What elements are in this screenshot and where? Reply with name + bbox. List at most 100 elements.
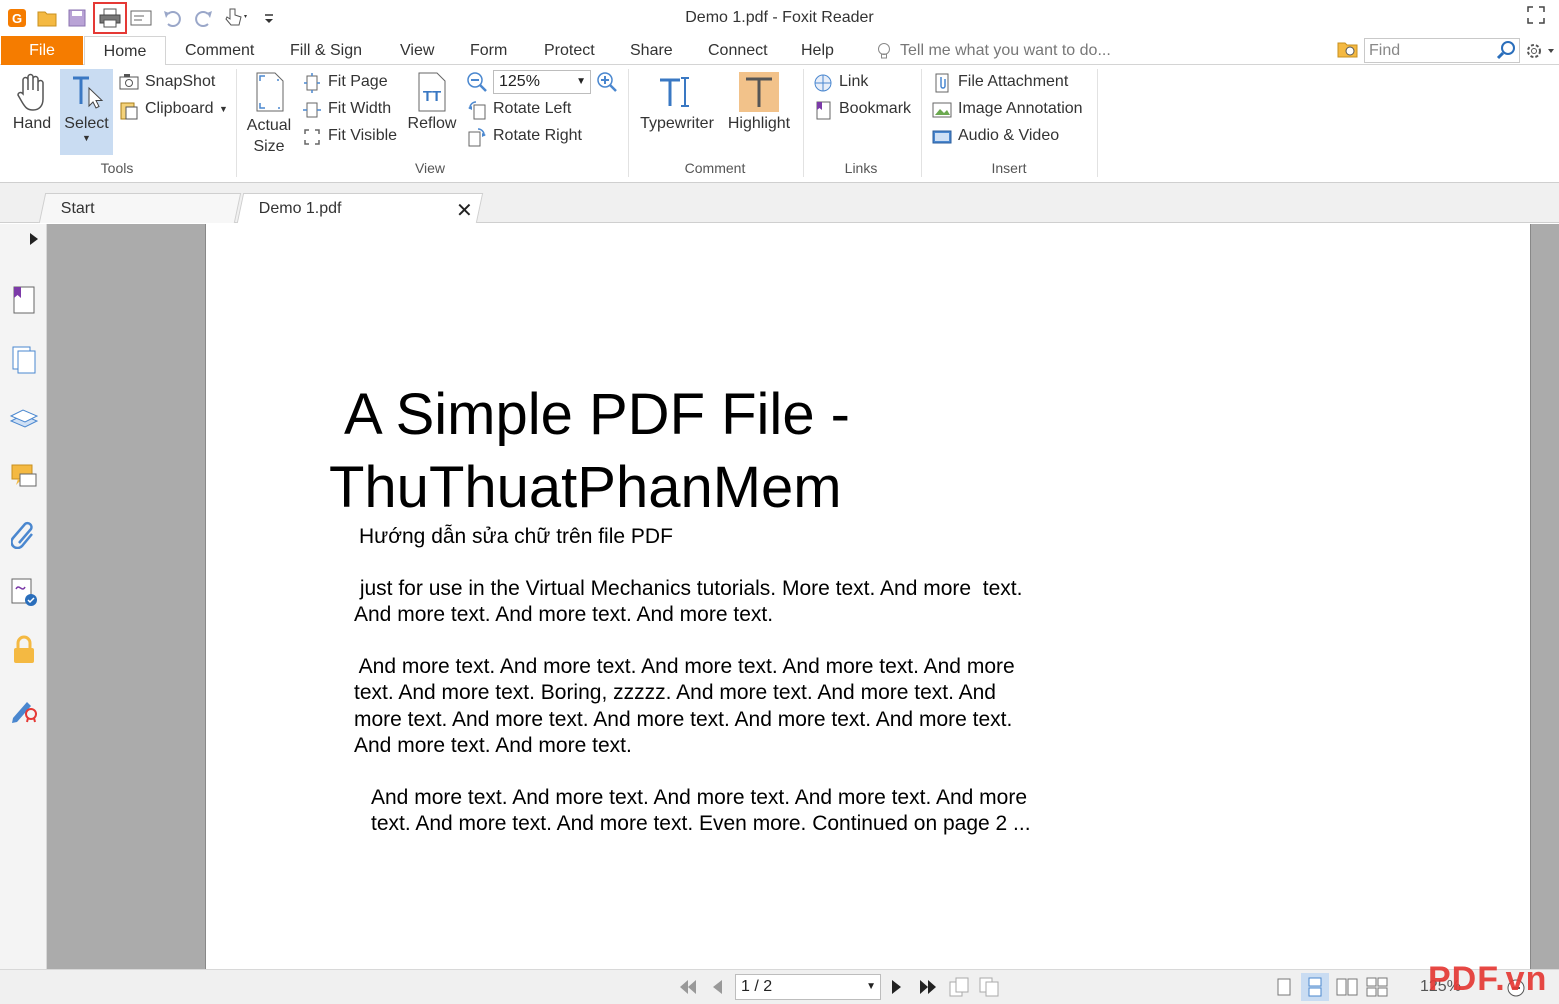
lightbulb-icon bbox=[878, 43, 890, 59]
clipboard-label: Clipboard bbox=[145, 100, 214, 117]
actual-size-button[interactable]: Actual Size bbox=[244, 69, 294, 157]
attachments-panel-icon[interactable] bbox=[8, 518, 40, 550]
rotate-left-icon bbox=[468, 101, 486, 120]
next-page-icon[interactable] bbox=[890, 978, 904, 996]
file-attachment-icon bbox=[935, 73, 949, 93]
page-number-input[interactable]: 1 / 2 ▼ bbox=[735, 974, 881, 1000]
tab-help[interactable]: Help bbox=[801, 36, 834, 65]
link-icon bbox=[814, 74, 832, 92]
zoom-out-icon[interactable] bbox=[466, 71, 488, 93]
select-tool-button[interactable]: Select ▼ bbox=[60, 69, 113, 143]
tab-protect[interactable]: Protect bbox=[544, 36, 595, 65]
view-group-label: View bbox=[414, 160, 446, 176]
zoom-value: 125% bbox=[499, 73, 540, 90]
link-label: Link bbox=[839, 73, 869, 90]
comments-panel-icon[interactable] bbox=[8, 460, 40, 492]
fit-page-button[interactable]: Fit Page bbox=[302, 71, 402, 93]
document-title-line-2: ThuThuatPhanMem bbox=[329, 455, 842, 520]
find-folder-icon[interactable] bbox=[1337, 38, 1359, 65]
last-page-icon[interactable] bbox=[918, 978, 938, 996]
reflow-button[interactable]: TT Reflow bbox=[405, 69, 459, 133]
tab-share[interactable]: Share bbox=[630, 36, 673, 65]
fit-visible-button[interactable]: Fit Visible bbox=[302, 125, 402, 147]
layers-panel-icon[interactable] bbox=[8, 402, 40, 434]
audio-video-button[interactable]: Audio & Video bbox=[932, 125, 1092, 147]
restore-window-icon[interactable] bbox=[1527, 6, 1545, 29]
certify-panel-icon[interactable] bbox=[8, 692, 40, 724]
clipboard-button[interactable]: Clipboard ▼ bbox=[119, 98, 229, 120]
select-dropdown-icon[interactable]: ▼ bbox=[60, 133, 113, 143]
reflow-icon: TT bbox=[418, 72, 446, 112]
pages-panel-icon[interactable] bbox=[8, 344, 40, 376]
zoom-select[interactable]: 125% ▼ bbox=[493, 70, 591, 94]
snapshot-button[interactable]: SnapShot bbox=[119, 71, 229, 93]
bookmark-icon bbox=[816, 101, 831, 120]
document-subtitle: Hướng dẫn sửa chữ trên file PDF bbox=[359, 525, 673, 548]
typewriter-icon bbox=[660, 77, 689, 107]
rotate-left-label: Rotate Left bbox=[493, 100, 572, 117]
close-tab-icon[interactable]: ✕ bbox=[456, 198, 473, 223]
tell-me-box[interactable]: Tell me what you want to do... bbox=[874, 36, 1111, 65]
ribbon-separator bbox=[921, 69, 922, 177]
first-page-icon[interactable] bbox=[678, 978, 698, 996]
bookmark-button[interactable]: Bookmark bbox=[813, 98, 913, 120]
search-icon[interactable] bbox=[1496, 40, 1516, 60]
comment-group-label: Comment bbox=[684, 160, 746, 176]
tools-group-label: Tools bbox=[100, 160, 134, 176]
tab-fill-sign[interactable]: Fill & Sign bbox=[290, 36, 362, 65]
continuous-facing-icon[interactable] bbox=[1366, 977, 1388, 997]
tab-form[interactable]: Form bbox=[470, 36, 507, 65]
image-annotation-button[interactable]: Image Annotation bbox=[932, 98, 1092, 120]
hand-tool-button[interactable]: Hand bbox=[8, 69, 56, 133]
rotate-right-button[interactable]: Rotate Right bbox=[467, 125, 587, 147]
tab-file[interactable]: File bbox=[1, 36, 83, 65]
zoom-dropdown-icon: ▼ bbox=[576, 76, 586, 87]
link-button[interactable]: Link bbox=[813, 71, 913, 93]
hand-label: Hand bbox=[12, 115, 52, 132]
document-title-line-1: A Simple PDF File - bbox=[344, 382, 850, 447]
text-select-icon bbox=[72, 76, 103, 109]
fit-page-label: Fit Page bbox=[328, 73, 388, 90]
fit-width-button[interactable]: Fit Width bbox=[302, 98, 402, 120]
clipboard-icon bbox=[120, 102, 138, 120]
actual-size-icon bbox=[256, 72, 284, 112]
settings-gear-icon[interactable] bbox=[1524, 41, 1556, 61]
facing-view-icon[interactable] bbox=[1336, 977, 1358, 997]
previous-page-icon[interactable] bbox=[710, 978, 724, 996]
bookmarks-panel-icon[interactable] bbox=[8, 284, 40, 316]
navigation-panel bbox=[0, 224, 47, 1004]
pdf-page[interactable]: A Simple PDF File - ThuThuatPhanMem Hướn… bbox=[205, 224, 1531, 969]
actual-size-label-1: Actual bbox=[246, 117, 292, 134]
expand-panel-icon[interactable] bbox=[28, 232, 40, 246]
ribbon-separator bbox=[1097, 69, 1098, 177]
fit-visible-label: Fit Visible bbox=[328, 127, 398, 144]
tab-connect[interactable]: Connect bbox=[708, 36, 768, 65]
single-page-view-icon[interactable] bbox=[1275, 977, 1293, 997]
tab-demo-pdf[interactable]: Demo 1.pdf bbox=[236, 193, 484, 223]
zoom-in-icon[interactable] bbox=[596, 71, 618, 93]
fit-page-icon bbox=[304, 73, 320, 93]
links-group-label: Links bbox=[844, 160, 878, 176]
file-attachment-button[interactable]: File Attachment bbox=[932, 71, 1092, 93]
camera-icon bbox=[119, 74, 139, 90]
rotate-right-label: Rotate Right bbox=[493, 127, 582, 144]
previous-view-icon[interactable] bbox=[948, 976, 970, 998]
security-lock-icon[interactable] bbox=[8, 634, 40, 666]
next-view-icon[interactable] bbox=[978, 976, 1000, 998]
fit-width-icon bbox=[303, 102, 321, 118]
highlight-button[interactable]: Highlight bbox=[722, 69, 796, 133]
tab-view[interactable]: View bbox=[400, 36, 434, 65]
tab-home[interactable]: Home bbox=[84, 36, 166, 66]
continuous-view-icon[interactable] bbox=[1306, 977, 1324, 997]
signatures-panel-icon[interactable] bbox=[8, 576, 40, 608]
document-viewport[interactable]: A Simple PDF File - ThuThuatPhanMem Hướn… bbox=[47, 224, 1559, 969]
tab-comment[interactable]: Comment bbox=[185, 36, 254, 65]
rotate-right-icon bbox=[468, 128, 486, 147]
tab-start[interactable]: Start bbox=[38, 193, 242, 223]
typewriter-button[interactable]: Typewriter bbox=[636, 69, 718, 133]
tab-start-label: Start bbox=[60, 200, 95, 217]
clipboard-dropdown-icon[interactable]: ▼ bbox=[219, 98, 228, 120]
actual-size-label-2: Size bbox=[253, 138, 285, 155]
rotate-left-button[interactable]: Rotate Left bbox=[467, 98, 587, 120]
image-annotation-label: Image Annotation bbox=[958, 100, 1083, 117]
